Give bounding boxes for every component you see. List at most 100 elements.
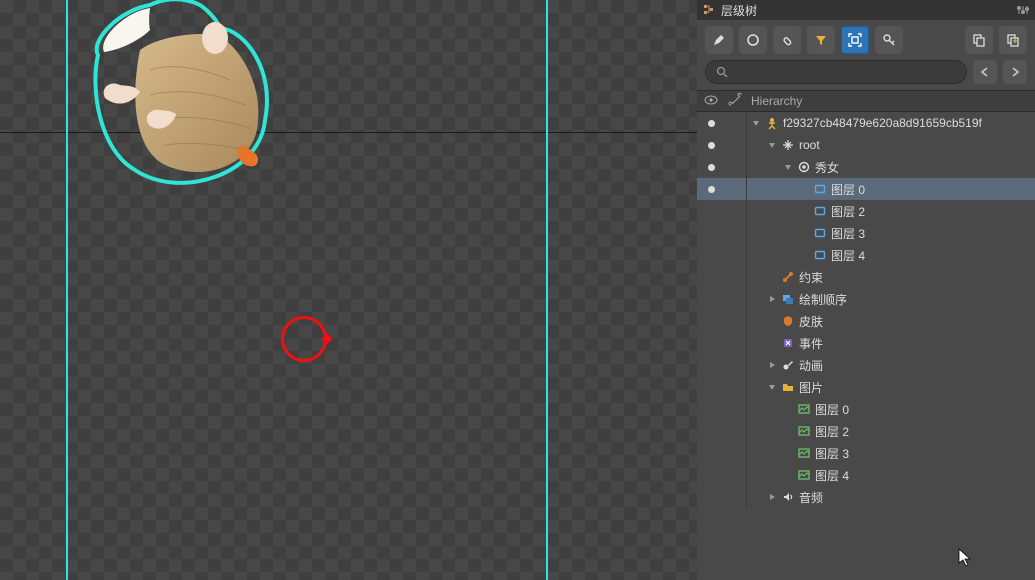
expand-toggle[interactable] — [767, 382, 777, 392]
hierarchy-column-label: Hierarchy — [747, 94, 802, 108]
tree-row-label: 图层 0 — [815, 401, 849, 418]
tool-filter-button[interactable] — [807, 26, 835, 54]
visibility-dot[interactable] — [697, 142, 725, 149]
expand-toggle — [783, 404, 793, 414]
search-input[interactable] — [705, 60, 967, 84]
skeleton-icon — [765, 116, 779, 130]
tree-row-label: 绘制顺序 — [799, 291, 847, 308]
settings-icon[interactable] — [1017, 4, 1029, 16]
tree-row[interactable]: 事件 — [697, 332, 1035, 354]
tree-row-label: 图层 4 — [815, 467, 849, 484]
expand-toggle[interactable] — [767, 360, 777, 370]
nav-forward-button[interactable] — [1003, 60, 1027, 84]
tree-row[interactable]: 图片 — [697, 376, 1035, 398]
tree-row-label: 秀女 — [815, 159, 839, 176]
expand-toggle — [767, 316, 777, 326]
bone-icon — [797, 160, 811, 174]
tree-icon — [703, 4, 715, 16]
expand-toggle — [783, 470, 793, 480]
tree-row-label: 图片 — [799, 379, 823, 396]
bone-cell — [725, 376, 747, 398]
origin-gizmo[interactable] — [281, 316, 327, 362]
bone-cell — [725, 398, 747, 420]
tree-row[interactable]: 音频 — [697, 486, 1035, 508]
anim-icon — [781, 358, 795, 372]
tree-row[interactable]: 约束 — [697, 266, 1035, 288]
expand-toggle[interactable] — [783, 162, 793, 172]
tree-row[interactable]: 图层 4 — [697, 244, 1035, 266]
tree-row[interactable]: 图层 0 — [697, 178, 1035, 200]
image-icon — [797, 424, 811, 438]
tool-circle-button[interactable] — [739, 26, 767, 54]
search-icon — [716, 66, 728, 78]
bone-cell — [725, 486, 747, 508]
bone-cell — [725, 112, 747, 134]
expand-toggle[interactable] — [767, 492, 777, 502]
expand-toggle — [783, 426, 793, 436]
slot-icon — [813, 182, 827, 196]
skin-icon — [781, 314, 795, 328]
tree-row[interactable]: root — [697, 134, 1035, 156]
tree-row[interactable]: 绘制顺序 — [697, 288, 1035, 310]
canvas-viewport[interactable] — [0, 0, 697, 580]
tree-row[interactable]: 图层 2 — [697, 420, 1035, 442]
tree-row[interactable]: 动画 — [697, 354, 1035, 376]
tree-row-label: 音频 — [799, 489, 823, 506]
tool-key-button[interactable] — [875, 26, 903, 54]
expand-toggle[interactable] — [767, 294, 777, 304]
tool-target-button[interactable] — [841, 26, 869, 54]
tree-row-label: 图层 0 — [831, 181, 865, 198]
tree-row[interactable]: 图层 3 — [697, 442, 1035, 464]
visibility-dot[interactable] — [697, 186, 725, 193]
tree-row-label: root — [799, 138, 820, 152]
tree-row[interactable]: 图层 3 — [697, 222, 1035, 244]
bones-icon — [730, 94, 742, 106]
tree-row[interactable]: 图层 2 — [697, 200, 1035, 222]
tree-row-label: 图层 3 — [815, 445, 849, 462]
tool-paste-button[interactable] — [999, 26, 1027, 54]
tree-row[interactable]: 皮肤 — [697, 310, 1035, 332]
visibility-icon — [704, 95, 718, 105]
bone-cell — [725, 222, 747, 244]
tree-row[interactable]: 秀女 — [697, 156, 1035, 178]
bone-cell — [725, 244, 747, 266]
tree-row-label: 图层 3 — [831, 225, 865, 242]
tree-row[interactable]: 图层 0 — [697, 398, 1035, 420]
image-icon — [797, 468, 811, 482]
tree-row[interactable]: 图层 4 — [697, 464, 1035, 486]
tree-row[interactable]: f29327cb48479e620a8d91659cb519f — [697, 112, 1035, 134]
visibility-dot[interactable] — [697, 120, 725, 127]
visibility-dot[interactable] — [697, 164, 725, 171]
slot-icon — [813, 226, 827, 240]
tree-row-label: 图层 4 — [831, 247, 865, 264]
tree-columns-header: Hierarchy — [697, 90, 1035, 112]
audio-icon — [781, 490, 795, 504]
hierarchy-tree[interactable]: f29327cb48479e620a8d91659cb519f root 秀女图层 … — [697, 112, 1035, 580]
tool-copy-button[interactable] — [965, 26, 993, 54]
bone-cell — [725, 134, 747, 156]
hierarchy-panel: 层级树 Hierarchy f29327cb48479e620a8d91659c… — [697, 0, 1035, 580]
sprite-figure[interactable] — [80, 0, 280, 190]
bone-cell — [725, 156, 747, 178]
tree-row-label: 图层 2 — [831, 203, 865, 220]
image-icon — [797, 402, 811, 416]
bone-cell — [725, 288, 747, 310]
draworder-icon — [781, 292, 795, 306]
slot-icon — [813, 204, 827, 218]
tree-row-label: 图层 2 — [815, 423, 849, 440]
slot-icon — [813, 248, 827, 262]
expand-toggle[interactable] — [751, 118, 761, 128]
tool-attachment-button[interactable] — [773, 26, 801, 54]
panel-header: 层级树 — [697, 0, 1035, 20]
expand-toggle — [799, 184, 809, 194]
tree-row-label: 约束 — [799, 269, 823, 286]
expand-toggle — [799, 228, 809, 238]
tool-edit-button[interactable] — [705, 26, 733, 54]
expand-toggle — [767, 338, 777, 348]
expand-toggle — [767, 272, 777, 282]
tree-row-label: f29327cb48479e620a8d91659cb519f — [783, 116, 982, 130]
bone-cell — [725, 332, 747, 354]
nav-back-button[interactable] — [973, 60, 997, 84]
expand-toggle[interactable] — [767, 140, 777, 150]
bone-cell — [725, 200, 747, 222]
